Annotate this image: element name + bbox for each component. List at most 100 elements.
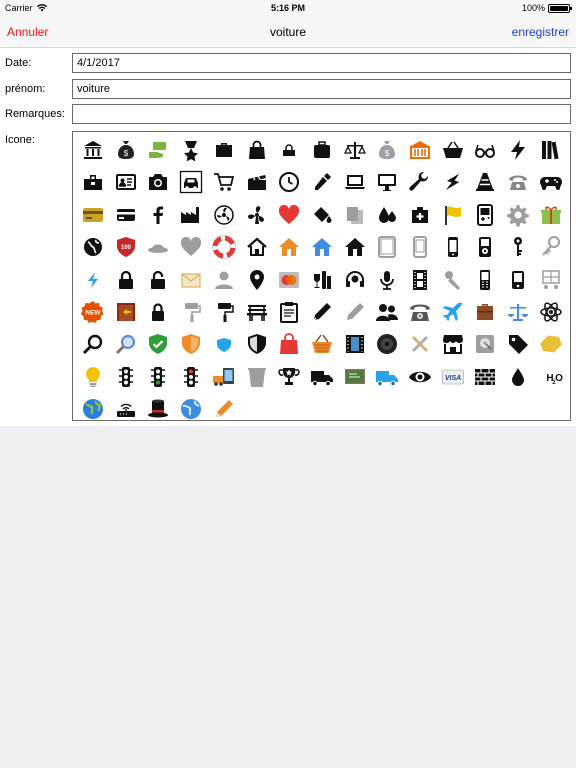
wrench-icon[interactable] — [406, 168, 434, 196]
film-slides-icon[interactable] — [341, 201, 369, 229]
eye-icon[interactable] — [406, 363, 434, 391]
gamepad-icon[interactable] — [537, 168, 565, 196]
briefcase-brown-icon[interactable] — [471, 298, 499, 326]
gameboy-icon[interactable] — [471, 201, 499, 229]
gift-icon[interactable] — [537, 201, 565, 229]
pencil-icon[interactable] — [210, 395, 238, 423]
truck-tablet-icon[interactable] — [210, 363, 238, 391]
scales-icon[interactable] — [341, 136, 369, 164]
trophy-icon[interactable] — [275, 363, 303, 391]
visa-icon[interactable]: VISA — [439, 363, 467, 391]
factory-icon[interactable] — [177, 201, 205, 229]
hard-drive-icon[interactable] — [471, 330, 499, 358]
money-sack-icon[interactable]: $ — [373, 136, 401, 164]
wine-icon[interactable] — [308, 266, 336, 294]
small-bag-icon[interactable] — [275, 136, 303, 164]
lifebuoy-icon[interactable] — [210, 233, 238, 261]
hat-icon[interactable] — [144, 233, 172, 261]
cart-gray-icon[interactable] — [537, 266, 565, 294]
phone-icon[interactable] — [439, 233, 467, 261]
cart-icon[interactable] — [210, 168, 238, 196]
shield-black-icon[interactable] — [243, 330, 271, 358]
shield-orange-icon[interactable] — [177, 330, 205, 358]
heart-gray-icon[interactable] — [177, 233, 205, 261]
mobile-alt-icon[interactable] — [504, 266, 532, 294]
bolt-icon[interactable] — [439, 168, 467, 196]
cancel-button[interactable]: Annuler — [7, 25, 48, 39]
gear-icon[interactable] — [504, 201, 532, 229]
shield-blue-icon[interactable] — [210, 330, 238, 358]
bank-icon[interactable] — [79, 136, 107, 164]
id-card-icon[interactable] — [112, 168, 140, 196]
cone-icon[interactable] — [471, 168, 499, 196]
pencil-gray-icon[interactable] — [341, 298, 369, 326]
telephone-icon[interactable] — [504, 168, 532, 196]
paint-roller-gray-icon[interactable] — [177, 298, 205, 326]
paint-roller-icon[interactable] — [210, 298, 238, 326]
computer-icon[interactable] — [373, 168, 401, 196]
laptop-icon[interactable] — [341, 168, 369, 196]
toolbox-icon[interactable] — [79, 168, 107, 196]
map-pin-icon[interactable] — [243, 266, 271, 294]
fan-blades-icon[interactable] — [243, 201, 271, 229]
money-hand-icon[interactable] — [144, 136, 172, 164]
router-icon[interactable] — [112, 395, 140, 423]
tag-icon[interactable] — [504, 330, 532, 358]
traffic-light-icon[interactable] — [112, 363, 140, 391]
basket-orange-icon[interactable] — [308, 330, 336, 358]
chalkboard-icon[interactable] — [341, 363, 369, 391]
bench-icon[interactable] — [243, 298, 271, 326]
microphone-icon[interactable] — [373, 266, 401, 294]
bag-red-icon[interactable] — [275, 330, 303, 358]
key-gray-icon[interactable] — [537, 233, 565, 261]
trash-icon[interactable] — [243, 363, 271, 391]
water-drop-icon[interactable] — [504, 363, 532, 391]
globe-blue-2-icon[interactable] — [177, 395, 205, 423]
magic-hat-icon[interactable] — [144, 395, 172, 423]
clock-icon[interactable] — [275, 168, 303, 196]
headset-icon[interactable] — [341, 266, 369, 294]
mic-gray-icon[interactable] — [439, 266, 467, 294]
house-black-icon[interactable] — [341, 233, 369, 261]
mobile-icon[interactable] — [471, 266, 499, 294]
firstname-field[interactable] — [72, 79, 571, 99]
store-icon[interactable] — [439, 330, 467, 358]
film-icon[interactable] — [406, 266, 434, 294]
traffic-light-red-icon[interactable] — [177, 363, 205, 391]
house-outline-icon[interactable] — [243, 233, 271, 261]
save-button[interactable]: enregistrer — [512, 25, 569, 39]
padlock-icon[interactable] — [144, 298, 172, 326]
suitcase-icon[interactable] — [308, 136, 336, 164]
credit-card-gold-icon[interactable] — [79, 201, 107, 229]
lightning-blue-icon[interactable] — [79, 266, 107, 294]
shield-100-icon[interactable]: 100 — [112, 233, 140, 261]
person-icon[interactable] — [210, 266, 238, 294]
phone-outline-icon[interactable] — [406, 233, 434, 261]
fan-icon[interactable] — [210, 201, 238, 229]
lock-icon[interactable] — [112, 266, 140, 294]
bulb-icon[interactable] — [79, 363, 107, 391]
tablet-icon[interactable] — [373, 233, 401, 261]
truck-blue-icon[interactable] — [373, 363, 401, 391]
tools-cross-icon[interactable] — [406, 330, 434, 358]
unlock-icon[interactable] — [144, 266, 172, 294]
house-orange-icon[interactable] — [275, 233, 303, 261]
truck-icon[interactable] — [308, 363, 336, 391]
clipboard-icon[interactable] — [275, 298, 303, 326]
envelope-icon[interactable] — [177, 266, 205, 294]
h2o-icon[interactable]: H2O — [537, 363, 565, 391]
car-icon[interactable] — [177, 168, 205, 196]
date-field[interactable] — [72, 53, 571, 73]
globe-icon[interactable] — [79, 233, 107, 261]
books-icon[interactable] — [537, 136, 565, 164]
tag-gold-icon[interactable] — [537, 330, 565, 358]
shield-check-icon[interactable] — [144, 330, 172, 358]
brick-wall-icon[interactable] — [471, 363, 499, 391]
camera-icon[interactable] — [144, 168, 172, 196]
magnifier-icon[interactable] — [79, 330, 107, 358]
magnifier-blue-icon[interactable] — [112, 330, 140, 358]
door-icon[interactable] — [112, 298, 140, 326]
scales-blue-icon[interactable] — [504, 298, 532, 326]
film-strip-icon[interactable] — [341, 330, 369, 358]
pen-icon[interactable] — [308, 298, 336, 326]
